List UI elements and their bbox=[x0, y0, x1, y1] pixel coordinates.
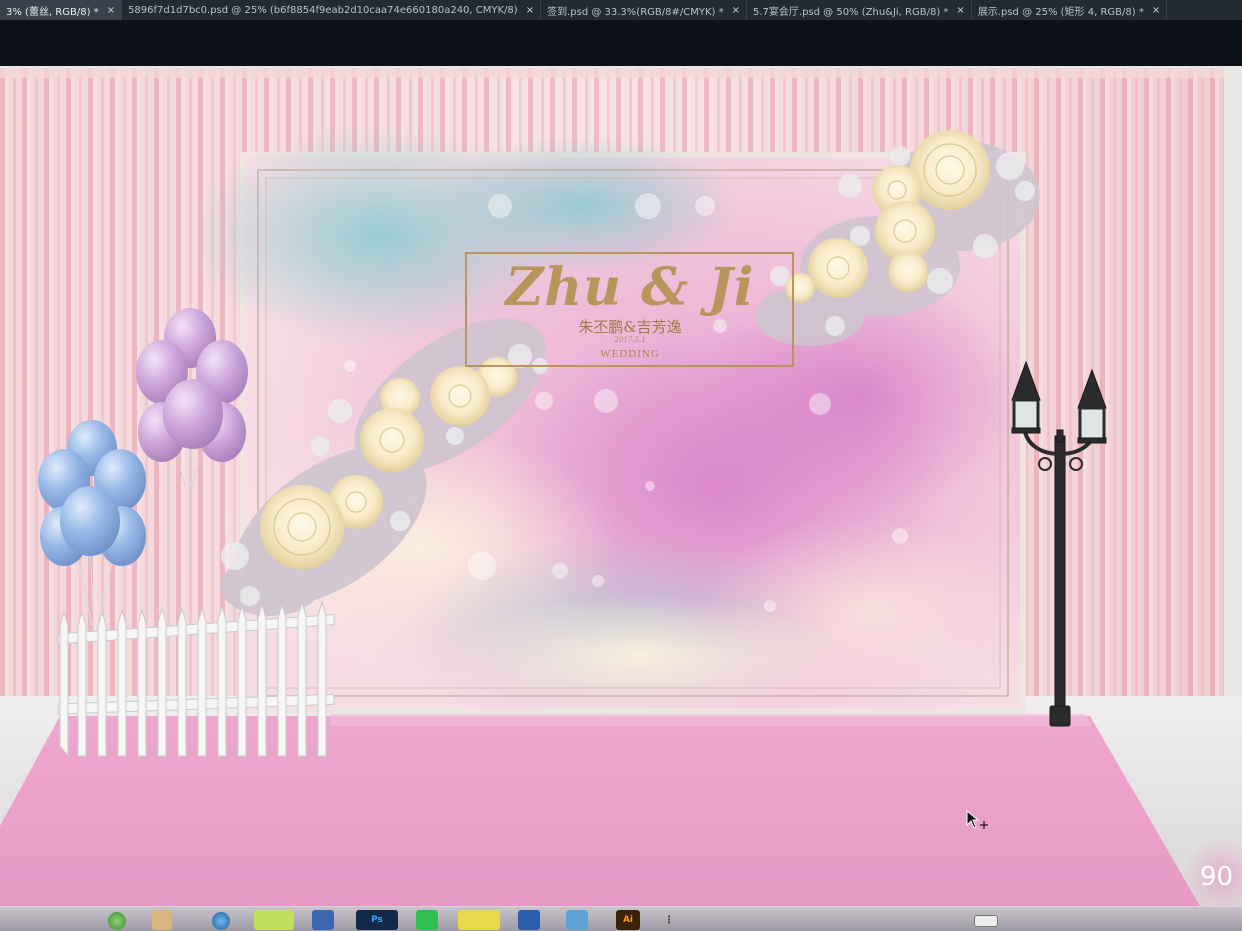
illustrator-label: Ai bbox=[622, 915, 634, 925]
tab-label: 5.7宴会厅.psd @ 50% (Zhu&Ji, RGB/8) * bbox=[752, 6, 949, 18]
sign-wedding: WEDDING bbox=[600, 348, 660, 360]
cursor-arrow-icon bbox=[966, 810, 988, 829]
tab-close-icon[interactable]: × bbox=[526, 5, 534, 16]
taskbar-app-icon[interactable] bbox=[152, 910, 172, 930]
taskbar-app-icon[interactable] bbox=[416, 910, 438, 930]
document-tab-2[interactable]: 签到.psd @ 33.3%(RGB/8#/CMYK) * × bbox=[541, 0, 747, 20]
tab-close-icon[interactable]: × bbox=[107, 5, 115, 16]
zoom-badge: 90 bbox=[1200, 862, 1234, 892]
sign-names-cn: 朱丕鹏&吉芳逸 bbox=[578, 318, 682, 336]
illustrator-icon[interactable]: Ai bbox=[616, 910, 640, 930]
tab-close-icon[interactable]: × bbox=[1152, 5, 1160, 16]
tab-label: 3% (蕾丝, RGB/8) * bbox=[6, 6, 99, 18]
document-tab-3[interactable]: 5.7宴会厅.psd @ 50% (Zhu&Ji, RGB/8) * × bbox=[747, 0, 972, 20]
workspace-background bbox=[0, 21, 1242, 65]
taskbar-app-icon[interactable] bbox=[458, 910, 500, 930]
taskbar-browser-icon[interactable] bbox=[212, 912, 230, 930]
document-canvas[interactable]: Zhu & Ji 朱丕鹏&吉芳逸 2017.5.1 WEDDING 90 bbox=[0, 66, 1242, 906]
tab-close-icon[interactable]: × bbox=[732, 5, 740, 16]
tab-label: 展示.psd @ 25% (矩形 4, RGB/8) * bbox=[977, 6, 1144, 18]
document-tab-bar: 3% (蕾丝, RGB/8) * × 5896f7d1d7bc0.psd @ 2… bbox=[0, 0, 1242, 21]
tab-label: 签到.psd @ 33.3%(RGB/8#/CMYK) * bbox=[547, 6, 724, 18]
keyboard-icon[interactable] bbox=[974, 915, 998, 927]
taskbar-app-orb-icon[interactable] bbox=[108, 912, 126, 930]
taskbar-app-icon[interactable] bbox=[254, 910, 294, 930]
document-tab-0[interactable]: 3% (蕾丝, RGB/8) * × bbox=[0, 0, 123, 20]
tab-close-icon[interactable]: × bbox=[956, 5, 964, 16]
sign-date: 2017.5.1 bbox=[614, 336, 646, 344]
taskbar-app-icon[interactable] bbox=[518, 910, 540, 930]
taskbar-overflow-icon[interactable]: ⋮ bbox=[662, 910, 676, 930]
document-tab-4[interactable]: 展示.psd @ 25% (矩形 4, RGB/8) * × bbox=[972, 0, 1168, 20]
tab-label: 5896f7d1d7bc0.psd @ 25% (b6f8854f9eab2d1… bbox=[128, 4, 518, 16]
taskbar-app-icon[interactable] bbox=[566, 910, 588, 930]
windows-taskbar: Ps Ai ⋮ bbox=[0, 906, 1242, 931]
document-tab-1[interactable]: 5896f7d1d7bc0.psd @ 25% (b6f8854f9eab2d1… bbox=[122, 0, 542, 20]
photoshop-label: Ps bbox=[371, 915, 383, 925]
sign-names-en: Zhu & Ji bbox=[505, 257, 755, 318]
wedding-stage-artwork bbox=[0, 66, 1242, 906]
taskbar-app-icon[interactable] bbox=[312, 910, 334, 930]
photoshop-icon[interactable]: Ps bbox=[356, 910, 398, 930]
